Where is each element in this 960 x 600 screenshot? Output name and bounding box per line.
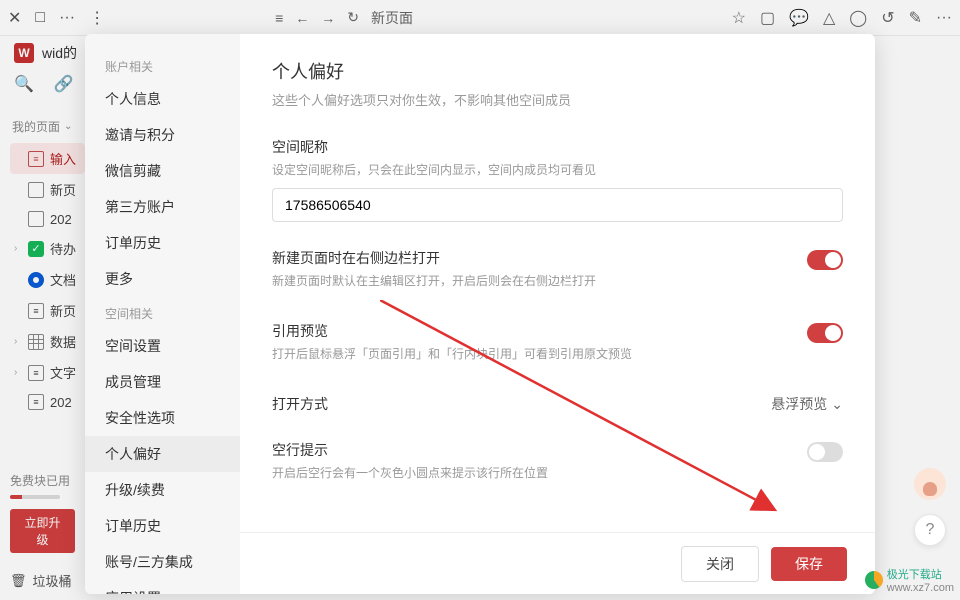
pref-title: 个人偏好 xyxy=(272,58,843,84)
help-button[interactable]: ? xyxy=(914,514,946,546)
settings-item-space[interactable]: 空间设置 xyxy=(85,328,240,364)
settings-group-account: 账户相关 xyxy=(85,50,240,81)
nickname-label: 空间昵称 xyxy=(272,137,843,157)
settings-item-members[interactable]: 成员管理 xyxy=(85,364,240,400)
settings-content: 个人偏好 这些个人偏好选项只对你生效，不影响其他空间成员 空间昵称 设定空间昵称… xyxy=(240,34,875,594)
settings-item-preferences[interactable]: 个人偏好 xyxy=(85,436,240,472)
ref-preview-desc: 打开后鼠标悬浮「页面引用」和「行内块引用」可看到引用原文预览 xyxy=(272,345,807,362)
settings-item-thirdparty[interactable]: 第三方账户 xyxy=(85,189,240,225)
settings-item-security[interactable]: 安全性选项 xyxy=(85,400,240,436)
chevron-down-icon: ⌄ xyxy=(831,396,843,413)
settings-item-integrations[interactable]: 账号/三方集成 xyxy=(85,544,240,580)
settings-item-orders2[interactable]: 订单历史 xyxy=(85,508,240,544)
ref-preview-toggle[interactable] xyxy=(807,323,843,343)
blank-hint-desc: 开启后空行会有一个灰色小圆点来提示该行所在位置 xyxy=(272,464,807,481)
nickname-input[interactable] xyxy=(272,188,843,222)
watermark-icon xyxy=(865,571,883,589)
pref-subtitle: 这些个人偏好选项只对你生效，不影响其他空间成员 xyxy=(272,90,843,109)
settings-item-orders[interactable]: 订单历史 xyxy=(85,225,240,261)
assistant-avatar[interactable] xyxy=(914,468,946,500)
save-button[interactable]: 保存 xyxy=(771,547,847,581)
settings-item-app[interactable]: 应用设置 xyxy=(85,580,240,594)
open-mode-label: 打开方式 xyxy=(272,394,771,414)
close-button[interactable]: 关闭 xyxy=(681,546,759,582)
blank-hint-toggle[interactable] xyxy=(807,442,843,462)
ref-preview-label: 引用预览 xyxy=(272,321,807,341)
blank-hint-label: 空行提示 xyxy=(272,440,807,460)
nickname-desc: 设定空间昵称后，只会在此空间内显示，空间内成员均可看见 xyxy=(272,161,843,178)
settings-footer: 关闭 保存 xyxy=(240,532,875,594)
open-side-label: 新建页面时在右侧边栏打开 xyxy=(272,248,807,268)
settings-item-profile[interactable]: 个人信息 xyxy=(85,81,240,117)
settings-item-upgrade[interactable]: 升级/续费 xyxy=(85,472,240,508)
open-side-desc: 新建页面时默认在主编辑区打开，开启后则会在右侧边栏打开 xyxy=(272,272,807,289)
open-mode-select[interactable]: 悬浮预览⌄ xyxy=(771,394,843,414)
settings-item-invite[interactable]: 邀请与积分 xyxy=(85,117,240,153)
open-side-toggle[interactable] xyxy=(807,250,843,270)
settings-item-wechat[interactable]: 微信剪藏 xyxy=(85,153,240,189)
settings-sidebar: 账户相关 个人信息 邀请与积分 微信剪藏 第三方账户 订单历史 更多 空间相关 … xyxy=(85,34,240,594)
settings-item-more[interactable]: 更多 xyxy=(85,261,240,297)
watermark: 极光下载站www.xz7.com xyxy=(865,566,954,594)
settings-modal: 账户相关 个人信息 邀请与积分 微信剪藏 第三方账户 订单历史 更多 空间相关 … xyxy=(85,34,875,594)
settings-group-space: 空间相关 xyxy=(85,297,240,328)
